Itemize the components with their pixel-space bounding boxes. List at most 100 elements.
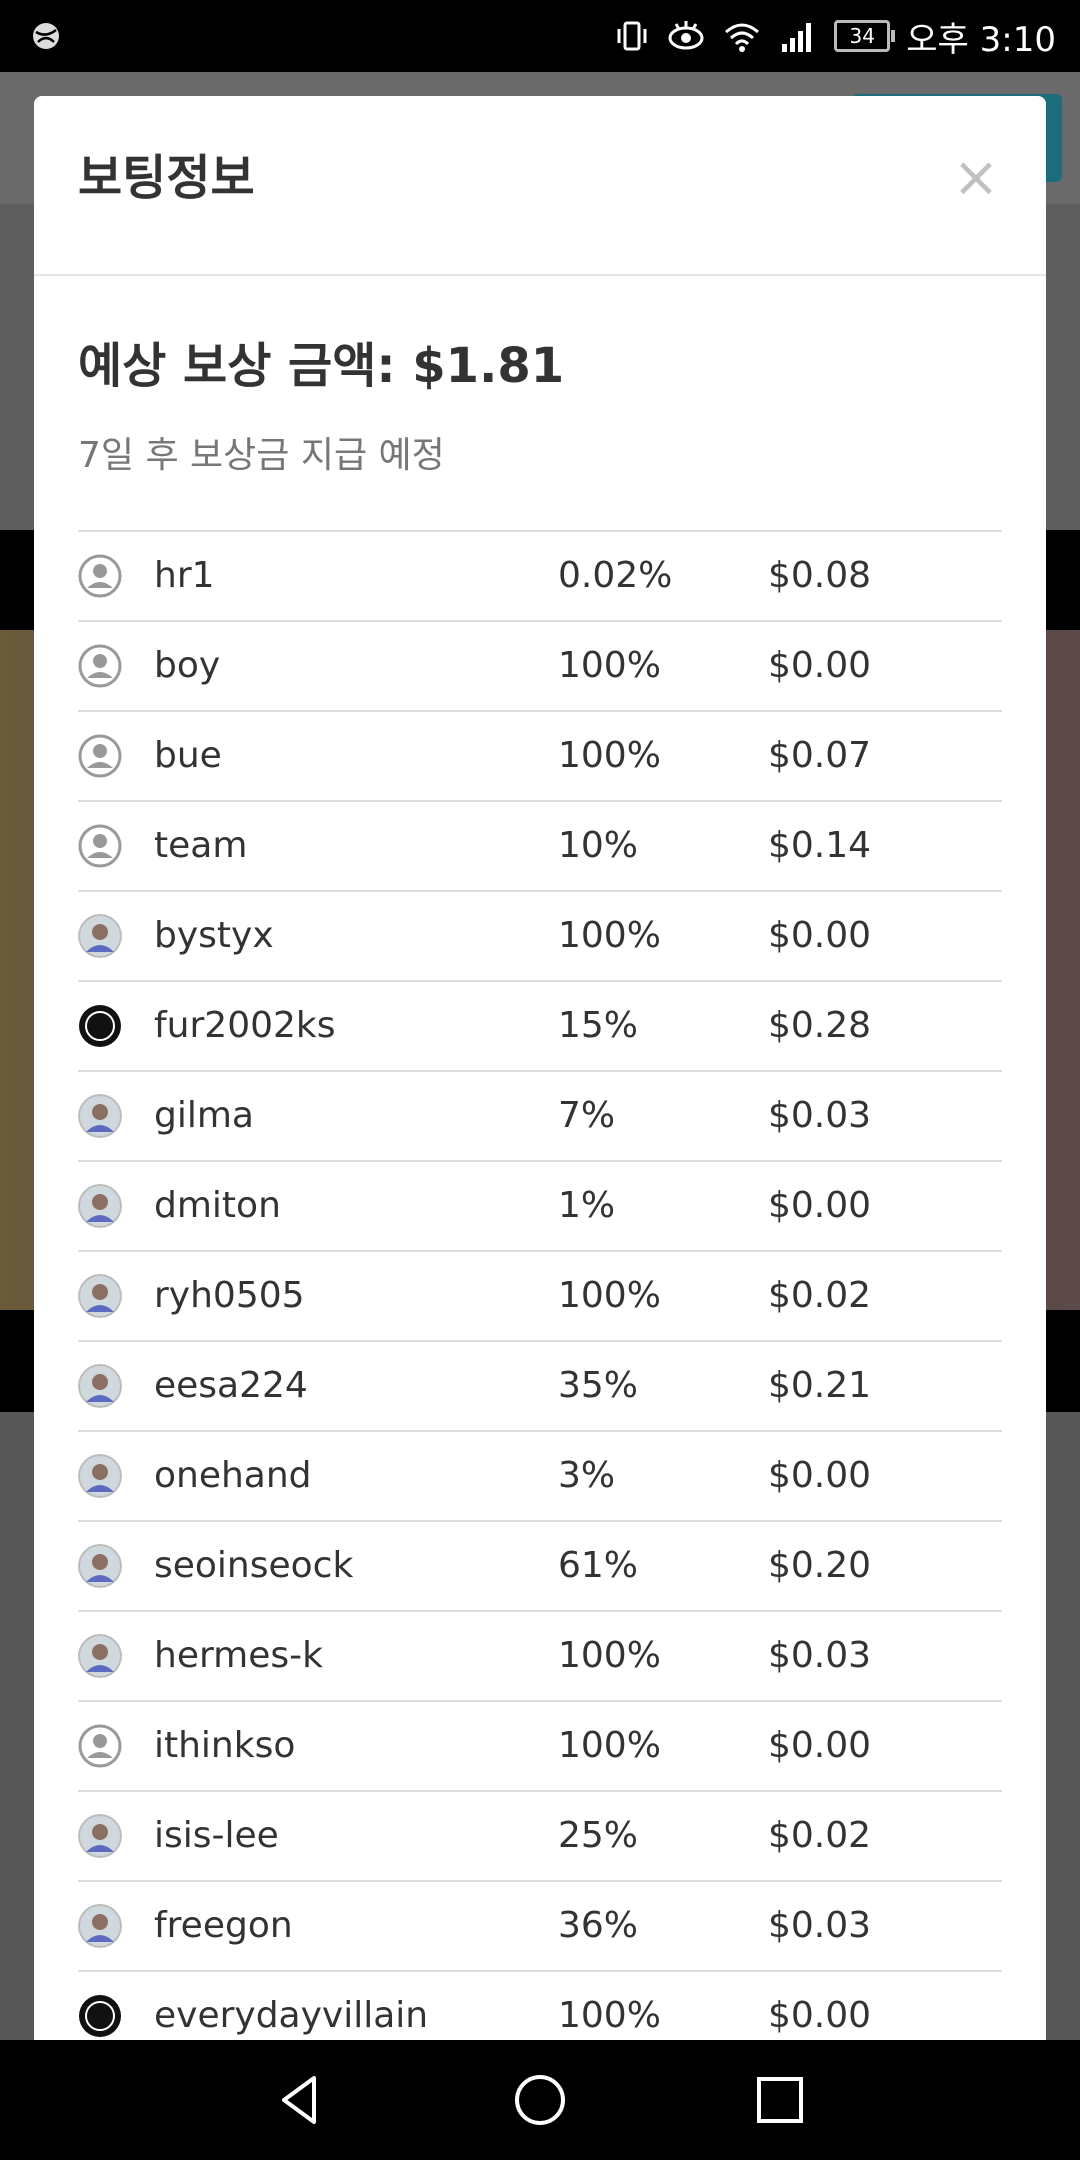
- vote-percent: 100%: [558, 1995, 661, 2036]
- vote-amount: $0.28: [768, 1005, 872, 1046]
- app-notification-icon: [33, 23, 59, 49]
- voter-row: bystyx 100% $0.00: [78, 892, 1002, 982]
- default-user-icon[interactable]: [78, 644, 122, 688]
- user-avatar[interactable]: [78, 1094, 122, 1138]
- voter-row: dmiton 1% $0.00: [78, 1162, 1002, 1252]
- voter-row: ryh0505 100% $0.02: [78, 1252, 1002, 1342]
- vote-amount: $0.14: [768, 825, 872, 866]
- voter-name[interactable]: seoinseock: [154, 1522, 353, 1610]
- voter-row: ithinkso 100% $0.00: [78, 1702, 1002, 1792]
- vote-percent: 25%: [558, 1815, 639, 1856]
- voter-row: isis-lee 25% $0.02: [78, 1792, 1002, 1882]
- vote-amount: $0.02: [768, 1275, 872, 1316]
- vote-percent: 7%: [558, 1095, 616, 1136]
- status-bar: 34 오후 3:10: [0, 0, 1080, 72]
- vote-amount: $0.21: [768, 1365, 872, 1406]
- battery-icon: 34: [834, 20, 896, 52]
- voter-name[interactable]: fur2002ks: [154, 982, 336, 1070]
- payout-schedule: 7일 후 보상금 지급 예정: [78, 435, 445, 476]
- voter-name[interactable]: freegon: [154, 1882, 293, 1970]
- vote-amount: $0.00: [768, 915, 872, 956]
- voter-name[interactable]: eesa224: [154, 1342, 308, 1430]
- vote-percent: 10%: [558, 825, 639, 866]
- user-avatar[interactable]: [78, 1634, 122, 1678]
- vote-percent: 100%: [558, 1725, 661, 1766]
- vote-amount: $0.00: [768, 1455, 872, 1496]
- voter-row: team 10% $0.14: [78, 802, 1002, 892]
- voter-name[interactable]: dmiton: [154, 1162, 281, 1250]
- vibrate-icon: [617, 21, 647, 51]
- user-avatar[interactable]: [78, 1004, 122, 1048]
- vote-amount: $0.00: [768, 1185, 872, 1226]
- vote-percent: 36%: [558, 1905, 639, 1946]
- recent-apps-icon[interactable]: [750, 2070, 810, 2130]
- voter-row: freegon 36% $0.03: [78, 1882, 1002, 1972]
- voter-list: hr1 0.02% $0.08 boy 100% $0.00 bue 100% $0.07 tea…: [78, 530, 1002, 2040]
- vote-percent: 61%: [558, 1545, 639, 1586]
- voter-name[interactable]: hermes-k: [154, 1612, 323, 1700]
- default-user-icon[interactable]: [78, 554, 122, 598]
- voter-name[interactable]: gilma: [154, 1072, 254, 1160]
- vote-percent: 100%: [558, 735, 661, 776]
- vote-percent: 0.02%: [558, 555, 673, 596]
- close-button[interactable]: ×: [946, 148, 1006, 208]
- voter-row: onehand 3% $0.00: [78, 1432, 1002, 1522]
- user-avatar[interactable]: [78, 1814, 122, 1858]
- vote-amount: $0.07: [768, 735, 872, 776]
- voter-name[interactable]: team: [154, 802, 247, 890]
- vote-amount: $0.20: [768, 1545, 872, 1586]
- vote-amount: $0.00: [768, 645, 872, 686]
- close-icon: ×: [952, 145, 1000, 210]
- default-user-icon[interactable]: [78, 734, 122, 778]
- vote-percent: 15%: [558, 1005, 639, 1046]
- wifi-icon: [725, 23, 760, 52]
- user-avatar[interactable]: [78, 1994, 122, 2038]
- vote-amount: $0.03: [768, 1635, 872, 1676]
- voter-name[interactable]: ithinkso: [154, 1702, 295, 1790]
- vote-amount: $0.00: [768, 1995, 872, 2036]
- voter-name[interactable]: onehand: [154, 1432, 312, 1520]
- voter-row: seoinseock 61% $0.20: [78, 1522, 1002, 1612]
- default-user-icon[interactable]: [78, 1724, 122, 1768]
- user-avatar[interactable]: [78, 1454, 122, 1498]
- voter-row: hr1 0.02% $0.08: [78, 532, 1002, 622]
- vote-percent: 35%: [558, 1365, 639, 1406]
- voter-name[interactable]: isis-lee: [154, 1792, 279, 1880]
- vote-percent: 100%: [558, 1635, 661, 1676]
- back-icon[interactable]: [270, 2070, 330, 2130]
- battery-level: 34: [849, 24, 875, 48]
- vote-amount: $0.00: [768, 1725, 872, 1766]
- voter-row: hermes-k 100% $0.03: [78, 1612, 1002, 1702]
- voter-row: eesa224 35% $0.21: [78, 1342, 1002, 1432]
- voter-name[interactable]: hr1: [154, 532, 215, 620]
- voter-name[interactable]: boy: [154, 622, 220, 710]
- default-user-icon[interactable]: [78, 824, 122, 868]
- vote-percent: 1%: [558, 1185, 616, 1226]
- vote-percent: 100%: [558, 1275, 661, 1316]
- home-icon[interactable]: [510, 2070, 570, 2130]
- user-avatar[interactable]: [78, 1364, 122, 1408]
- status-time: 오후 3:10: [906, 19, 1056, 60]
- vote-percent: 100%: [558, 645, 661, 686]
- modal-title: 보팅정보: [78, 150, 255, 206]
- user-avatar[interactable]: [78, 914, 122, 958]
- modal-header: 보팅정보 ×: [34, 96, 1046, 276]
- voter-row: boy 100% $0.00: [78, 622, 1002, 712]
- vote-percent: 3%: [558, 1455, 616, 1496]
- vote-percent: 100%: [558, 915, 661, 956]
- user-avatar[interactable]: [78, 1544, 122, 1588]
- navigation-bar: [0, 2040, 1080, 2160]
- voter-row: everydayvillain 100% $0.00: [78, 1972, 1002, 2040]
- user-avatar[interactable]: [78, 1274, 122, 1318]
- vote-amount: $0.03: [768, 1905, 872, 1946]
- voter-name[interactable]: everydayvillain: [154, 1972, 428, 2040]
- voter-name[interactable]: bystyx: [154, 892, 274, 980]
- vote-amount: $0.03: [768, 1095, 872, 1136]
- user-avatar[interactable]: [78, 1184, 122, 1228]
- voter-name[interactable]: bue: [154, 712, 222, 800]
- voter-name[interactable]: ryh0505: [154, 1252, 305, 1340]
- voting-info-modal: 보팅정보 × 예상 보상 금액: $1.81 7일 후 보상금 지급 예정 hr…: [34, 96, 1046, 2040]
- user-avatar[interactable]: [78, 1904, 122, 1948]
- voter-row: fur2002ks 15% $0.28: [78, 982, 1002, 1072]
- expected-reward: 예상 보상 금액: $1.81: [78, 338, 565, 394]
